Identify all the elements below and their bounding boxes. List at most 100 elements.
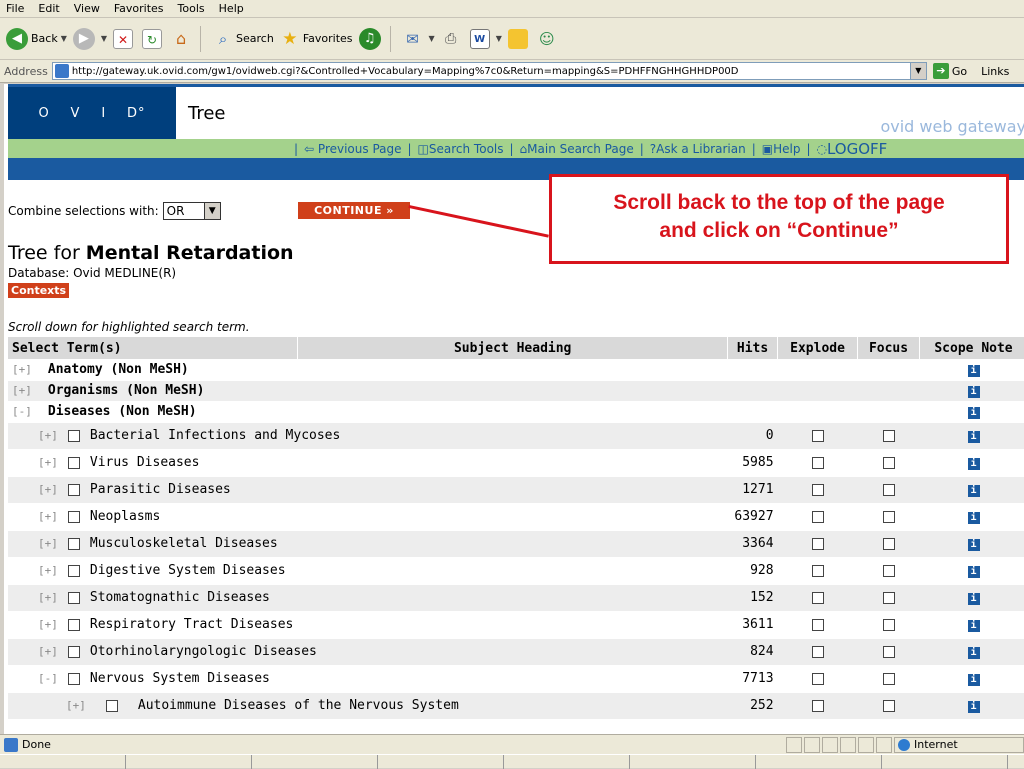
menu-view[interactable]: View bbox=[68, 2, 108, 15]
info-icon[interactable]: i bbox=[967, 593, 980, 605]
expand-toggle[interactable]: [+] bbox=[38, 645, 58, 658]
combine-select[interactable]: OR ▼ bbox=[162, 202, 221, 220]
info-icon[interactable]: i bbox=[967, 566, 980, 578]
info-icon[interactable]: i bbox=[967, 647, 980, 659]
menu-help[interactable]: Help bbox=[213, 2, 252, 15]
subject-heading[interactable]: Musculoskeletal Diseases bbox=[90, 536, 278, 551]
subject-heading[interactable]: Nervous System Diseases bbox=[90, 671, 270, 686]
explode-checkbox[interactable] bbox=[811, 645, 824, 658]
info-icon[interactable]: i bbox=[967, 386, 980, 398]
expand-toggle[interactable]: [+] bbox=[38, 456, 58, 469]
info-icon[interactable]: i bbox=[967, 485, 980, 497]
expand-toggle[interactable]: [+] bbox=[38, 591, 58, 604]
subject-heading[interactable]: Bacterial Infections and Mycoses bbox=[90, 428, 340, 443]
focus-checkbox[interactable] bbox=[882, 645, 895, 658]
expand-toggle[interactable]: [+] bbox=[66, 699, 86, 712]
select-checkbox[interactable] bbox=[105, 699, 118, 712]
expand-toggle[interactable]: [-] bbox=[12, 405, 32, 418]
media-button[interactable]: ♫ bbox=[358, 27, 384, 50]
expand-toggle[interactable]: [+] bbox=[12, 384, 32, 397]
subject-heading[interactable]: Digestive System Diseases bbox=[90, 563, 286, 578]
explode-checkbox[interactable] bbox=[811, 510, 824, 523]
subject-heading[interactable]: Diseases (Non MeSH) bbox=[48, 404, 197, 419]
select-checkbox[interactable] bbox=[67, 618, 80, 631]
select-checkbox[interactable] bbox=[67, 672, 80, 685]
explode-checkbox[interactable] bbox=[811, 483, 824, 496]
explode-checkbox[interactable] bbox=[811, 672, 824, 685]
select-checkbox[interactable] bbox=[67, 429, 80, 442]
search-button[interactable]: ⌕ Search bbox=[213, 29, 274, 49]
expand-toggle[interactable]: [+] bbox=[38, 429, 58, 442]
explode-checkbox[interactable] bbox=[811, 591, 824, 604]
focus-checkbox[interactable] bbox=[882, 537, 895, 550]
explode-checkbox[interactable] bbox=[811, 699, 824, 712]
menu-edit[interactable]: Edit bbox=[32, 2, 67, 15]
info-icon[interactable]: i bbox=[967, 539, 980, 551]
links-button[interactable]: Links bbox=[981, 65, 1009, 78]
edit-word-button[interactable]: W ▼ bbox=[469, 28, 502, 49]
subject-heading[interactable]: Parasitic Diseases bbox=[90, 482, 231, 497]
menu-favorites[interactable]: Favorites bbox=[108, 2, 172, 15]
nav-previous-page[interactable]: ⇦ Previous Page bbox=[304, 142, 401, 156]
expand-toggle[interactable]: [+] bbox=[38, 537, 58, 550]
refresh-button[interactable]: ↻ bbox=[142, 28, 165, 49]
info-icon[interactable]: i bbox=[967, 620, 980, 632]
expand-toggle[interactable]: [+] bbox=[38, 564, 58, 577]
info-icon[interactable]: i bbox=[967, 674, 980, 686]
focus-checkbox[interactable] bbox=[882, 429, 895, 442]
nav-help[interactable]: Help bbox=[773, 142, 800, 156]
continue-button[interactable]: CONTINUE » bbox=[298, 202, 410, 219]
expand-toggle[interactable]: [+] bbox=[12, 363, 32, 376]
info-icon[interactable]: i bbox=[967, 407, 980, 419]
mail-button[interactable]: ✉ ▼ bbox=[403, 29, 434, 49]
select-checkbox[interactable] bbox=[67, 483, 80, 496]
home-button[interactable]: ⌂ bbox=[171, 29, 194, 49]
subject-heading[interactable]: Organisms (Non MeSH) bbox=[48, 383, 205, 398]
focus-checkbox[interactable] bbox=[882, 483, 895, 496]
expand-toggle[interactable]: [-] bbox=[38, 672, 58, 685]
explode-checkbox[interactable] bbox=[811, 429, 824, 442]
chevron-down-icon[interactable]: ▼ bbox=[909, 63, 926, 79]
subject-heading[interactable]: Stomatognathic Diseases bbox=[90, 590, 270, 605]
subject-heading[interactable]: Neoplasms bbox=[90, 509, 160, 524]
forward-button[interactable]: ▶ ▼ bbox=[72, 27, 107, 50]
subject-heading[interactable]: Anatomy (Non MeSH) bbox=[48, 362, 189, 377]
focus-checkbox[interactable] bbox=[882, 591, 895, 604]
focus-checkbox[interactable] bbox=[882, 618, 895, 631]
back-button[interactable]: ◀ Back ▼ bbox=[6, 27, 67, 50]
nav-logoff[interactable]: LOGOFF bbox=[827, 140, 887, 158]
subject-heading[interactable]: Autoimmune Diseases of the Nervous Syste… bbox=[138, 698, 459, 713]
expand-toggle[interactable]: [+] bbox=[38, 510, 58, 523]
info-icon[interactable]: i bbox=[967, 458, 980, 470]
folder-button[interactable] bbox=[507, 28, 531, 49]
focus-checkbox[interactable] bbox=[882, 564, 895, 577]
menu-tools[interactable]: Tools bbox=[172, 2, 213, 15]
nav-main-search-page[interactable]: Main Search Page bbox=[527, 142, 634, 156]
messenger-button[interactable]: ☺ bbox=[537, 29, 560, 49]
info-icon[interactable]: i bbox=[967, 431, 980, 443]
contexts-button[interactable]: Contexts bbox=[8, 283, 70, 298]
info-icon[interactable]: i bbox=[967, 364, 980, 377]
subject-heading[interactable]: Virus Diseases bbox=[90, 455, 200, 470]
explode-checkbox[interactable] bbox=[811, 618, 824, 631]
focus-checkbox[interactable] bbox=[882, 672, 895, 685]
info-icon[interactable]: i bbox=[967, 512, 980, 524]
nav-search-tools[interactable]: Search Tools bbox=[429, 142, 504, 156]
select-checkbox[interactable] bbox=[67, 645, 80, 658]
address-input[interactable]: http://gateway.uk.ovid.com/gw1/ovidweb.c… bbox=[51, 62, 927, 80]
select-checkbox[interactable] bbox=[67, 564, 80, 577]
focus-checkbox[interactable] bbox=[882, 510, 895, 523]
nav-ask-librarian[interactable]: Ask a Librarian bbox=[656, 142, 746, 156]
print-button[interactable]: ⎙ bbox=[441, 29, 464, 49]
expand-toggle[interactable]: [+] bbox=[38, 618, 58, 631]
select-checkbox[interactable] bbox=[67, 510, 80, 523]
select-checkbox[interactable] bbox=[67, 591, 80, 604]
explode-checkbox[interactable] bbox=[811, 537, 824, 550]
select-checkbox[interactable] bbox=[67, 456, 80, 469]
info-icon[interactable]: i bbox=[967, 701, 980, 713]
expand-toggle[interactable]: [+] bbox=[38, 483, 58, 496]
stop-button[interactable]: ✕ bbox=[113, 28, 136, 49]
focus-checkbox[interactable] bbox=[882, 456, 895, 469]
select-checkbox[interactable] bbox=[67, 537, 80, 550]
explode-checkbox[interactable] bbox=[811, 564, 824, 577]
